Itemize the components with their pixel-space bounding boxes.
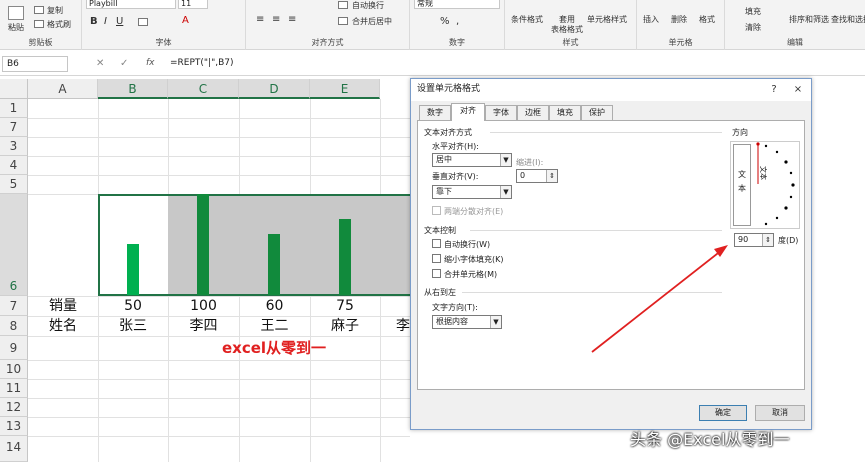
tab-alignment[interactable]: 对齐 bbox=[451, 103, 485, 121]
annotation-arrow bbox=[591, 245, 728, 353]
watermark: 头条 @Excel从零到一 bbox=[630, 430, 790, 449]
